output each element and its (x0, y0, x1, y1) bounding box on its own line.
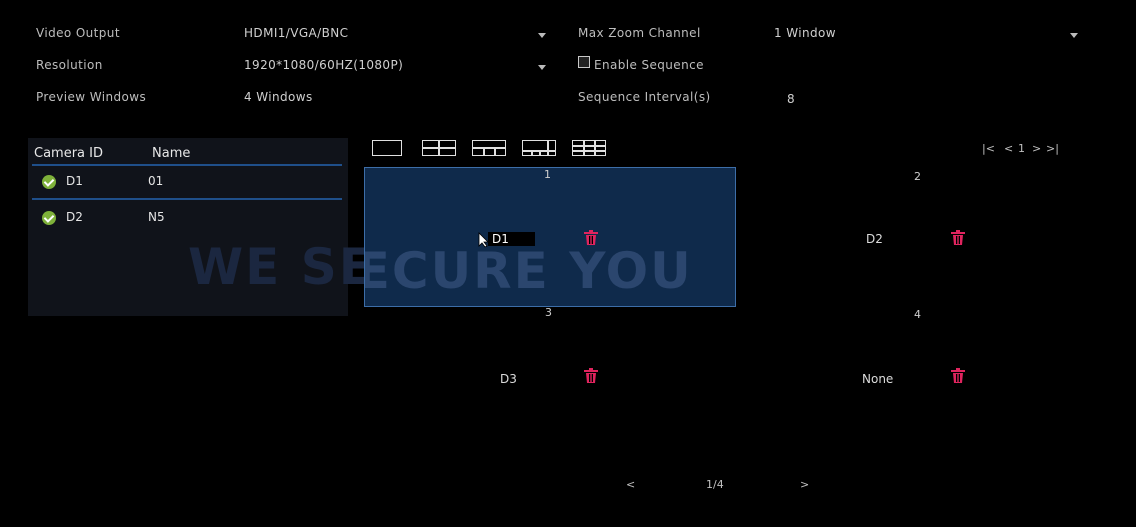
online-status-icon (42, 175, 56, 189)
camera-id: D2 (66, 210, 83, 224)
camera-name: 01 (148, 174, 164, 188)
camera-id: D1 (66, 174, 83, 188)
resolution-select[interactable]: 1920*1080/60HZ(1080P) (244, 58, 403, 72)
camera-name: N5 (148, 210, 165, 224)
layout-1-icon[interactable] (372, 140, 402, 156)
max-zoom-select[interactable]: 1 Window (774, 26, 836, 40)
window-camera-label: D1 (488, 232, 535, 246)
enable-sequence-label: Enable Sequence (594, 58, 704, 72)
resolution-dropdown-icon[interactable] (538, 65, 546, 70)
delete-trash-icon[interactable] (950, 368, 966, 384)
delete-trash-icon[interactable] (950, 230, 966, 246)
video-output-select[interactable]: HDMI1/VGA/BNC (244, 26, 348, 40)
layout-9-icon[interactable] (572, 140, 606, 156)
layout-4-icon[interactable] (422, 140, 456, 156)
layout-8-icon[interactable] (522, 140, 556, 156)
preview-window-1[interactable]: uniview WE SECURE YOU (364, 167, 736, 307)
online-status-icon (42, 211, 56, 225)
last-page-button[interactable]: >| (1046, 142, 1059, 155)
max-zoom-dropdown-icon[interactable] (1070, 33, 1078, 38)
preview-windows-value: 4 Windows (244, 90, 313, 104)
camera-list: WE SECURE YOU Camera ID Name D1 01 D2 N5 (28, 138, 674, 316)
max-zoom-label: Max Zoom Channel (578, 26, 701, 40)
preview-windows-label: Preview Windows (36, 90, 147, 104)
resolution-label: Resolution (36, 58, 103, 72)
first-page-button[interactable]: |< (982, 142, 995, 155)
video-output-label: Video Output (36, 26, 120, 40)
window-camera-label: None (862, 372, 894, 386)
video-output-dropdown-icon[interactable] (538, 33, 546, 38)
camera-row-d1[interactable]: D1 01 (36, 170, 336, 194)
window-number: 2 (914, 170, 921, 183)
camera-row-d2[interactable]: D2 N5 (36, 206, 336, 230)
sequence-interval-input[interactable]: 8 (787, 92, 795, 106)
next-page-button[interactable]: > (800, 478, 809, 491)
window-number: 3 (545, 306, 552, 319)
page-indicator: 1/4 (706, 478, 724, 491)
row-divider (32, 198, 342, 200)
enable-sequence-checkbox[interactable] (578, 56, 590, 68)
name-header: Name (152, 146, 191, 161)
camera-id-header: Camera ID (34, 146, 103, 161)
delete-trash-icon[interactable] (583, 230, 599, 246)
prev-page-button[interactable]: < (626, 478, 635, 491)
delete-trash-icon[interactable] (583, 368, 599, 384)
layout-6-icon[interactable] (472, 140, 506, 156)
window-number: 1 (544, 168, 551, 181)
window-camera-label: D3 (500, 372, 517, 386)
window-number: 4 (914, 308, 921, 321)
next-page-button[interactable]: > (1032, 142, 1041, 155)
prev-page-button[interactable]: < (1004, 142, 1013, 155)
watermark-text: WE SECURE YOU (365, 242, 693, 300)
header-divider (32, 164, 342, 166)
window-camera-label: D2 (866, 232, 883, 246)
current-page: 1 (1018, 142, 1025, 155)
sequence-interval-label: Sequence Interval(s) (578, 90, 711, 104)
